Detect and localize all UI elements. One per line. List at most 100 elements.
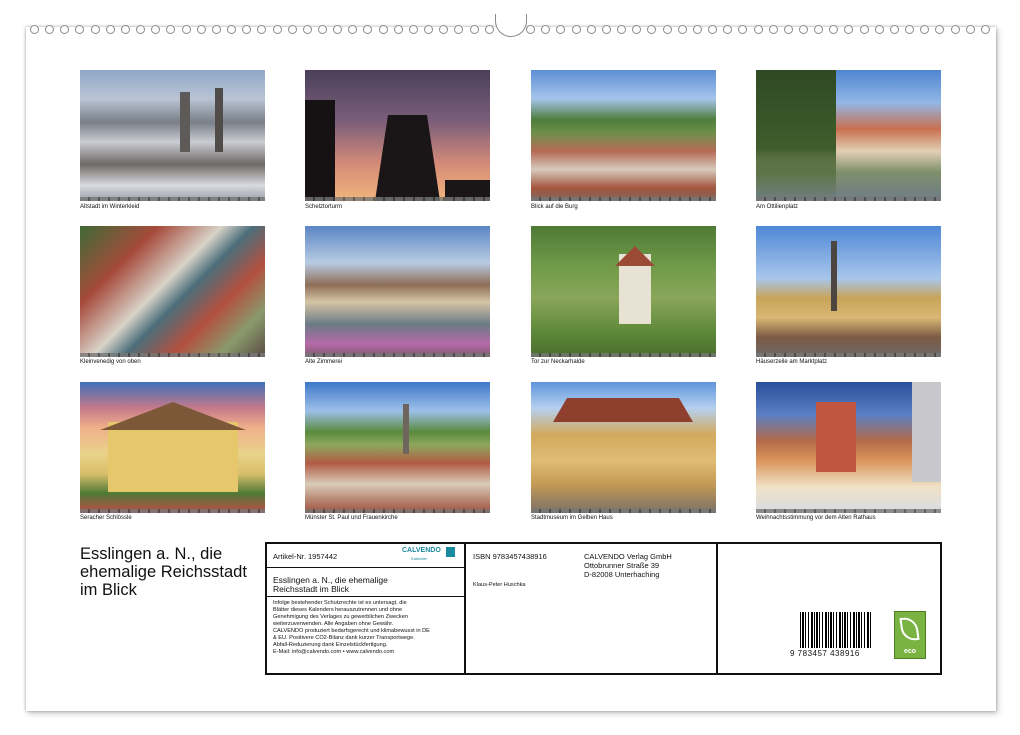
binding-ring-icon bbox=[333, 25, 342, 34]
legal-line: weiterzuverwenden. Alle Angaben ohne Gew… bbox=[273, 621, 393, 628]
binding-ring-icon bbox=[394, 25, 403, 34]
binding-ring-icon bbox=[121, 25, 130, 34]
binding-ring-icon bbox=[470, 25, 479, 34]
photo-caption: Tor zur Neckarhalde bbox=[531, 359, 585, 365]
binding-ring-icon bbox=[632, 25, 641, 34]
photo-caption: Kleinvenedig von oben bbox=[80, 359, 141, 365]
photo-haeuserzeile-marktplatz bbox=[756, 226, 941, 357]
legal-line: Infolge bestehender Schutzrechte ist es … bbox=[273, 600, 407, 607]
binding-ring-icon bbox=[541, 25, 550, 34]
photo-burg bbox=[531, 70, 716, 201]
binding-ring-icon bbox=[875, 25, 884, 34]
binding-ring-icon bbox=[860, 25, 869, 34]
photo-alte-zimmerei bbox=[305, 226, 490, 357]
binding-ring-icon bbox=[678, 25, 687, 34]
photo-caption: Am Ottilienplatz bbox=[756, 204, 798, 210]
binding-ring-icon bbox=[966, 25, 975, 34]
barcode-icon bbox=[800, 612, 872, 648]
binding-ring-icon bbox=[318, 25, 327, 34]
binding-ring-icon bbox=[587, 25, 596, 34]
calendar-title: Esslingen a. N., die ehemalige Reichssta… bbox=[80, 545, 260, 599]
legal-line: Blätter dieses Kalenders herauszutrennen… bbox=[273, 607, 402, 614]
calvendo-logo: CALVENDO bbox=[402, 547, 441, 554]
binding-ring-icon bbox=[91, 25, 100, 34]
photo-caption: Stadtmuseum im Gelben Haus bbox=[531, 515, 613, 521]
photo-seracher-schloessle bbox=[80, 382, 265, 513]
binding-ring-icon bbox=[799, 25, 808, 34]
calvendo-logo-sub: Kalender bbox=[411, 556, 427, 561]
binding-ring-icon bbox=[981, 25, 990, 34]
eco-label: eco bbox=[895, 648, 925, 655]
binding-ring-icon bbox=[273, 25, 282, 34]
binding-ring-icon bbox=[257, 25, 266, 34]
binding-ring-icon bbox=[572, 25, 581, 34]
binding-ring-icon bbox=[363, 25, 372, 34]
photo-kleinvenedig bbox=[80, 226, 265, 357]
binding-ring-icon bbox=[754, 25, 763, 34]
binding-ring-icon bbox=[935, 25, 944, 34]
photo-schelztorturm bbox=[305, 70, 490, 201]
binding-ring-icon bbox=[723, 25, 732, 34]
binding-ring-icon bbox=[151, 25, 160, 34]
binding-ring-icon bbox=[197, 25, 206, 34]
binding-ring-icon bbox=[409, 25, 418, 34]
binding-ring-icon bbox=[663, 25, 672, 34]
binding-ring-icon bbox=[844, 25, 853, 34]
photo-ottilienplatz bbox=[756, 70, 941, 201]
legal-line: CALVENDO produziert bedarfsgerecht und k… bbox=[273, 628, 430, 635]
divider bbox=[267, 596, 464, 597]
photo-altstadt-winter bbox=[80, 70, 265, 201]
binding-ring-icon bbox=[951, 25, 960, 34]
binding-ring-icon bbox=[45, 25, 54, 34]
photo-caption: Häuserzeile am Marktplatz bbox=[756, 359, 827, 365]
photo-tor-neckarhalde bbox=[531, 226, 716, 357]
binding-ring-icon bbox=[647, 25, 656, 34]
barcode-number: 9 783457 438916 bbox=[790, 649, 860, 658]
photo-caption: Altstadt im Winterkleid bbox=[80, 204, 139, 210]
binding-ring-icon bbox=[227, 25, 236, 34]
binding-ring-icon bbox=[212, 25, 221, 34]
binding-ring-icon bbox=[905, 25, 914, 34]
binding-ring-icon bbox=[617, 25, 626, 34]
binding-ring-icon bbox=[708, 25, 717, 34]
publisher-street: Ottobrunner Straße 39 bbox=[584, 561, 659, 570]
legal-contact: E-Mail: info@calvendo.com • www.calvendo… bbox=[273, 649, 394, 656]
binding-ring-icon bbox=[136, 25, 145, 34]
photo-muenster-frauenkirche bbox=[305, 382, 490, 513]
binding-ring-icon bbox=[303, 25, 312, 34]
divider bbox=[267, 567, 464, 568]
binding-ring-icon bbox=[454, 25, 463, 34]
box-title: Esslingen a. N., die ehemalige Reichssta… bbox=[273, 576, 423, 594]
binding-ring-icon bbox=[106, 25, 115, 34]
binding-ring-icon bbox=[166, 25, 175, 34]
photo-caption: Schelztorturm bbox=[305, 204, 342, 210]
binding-ring-icon bbox=[784, 25, 793, 34]
binding-ring-icon bbox=[920, 25, 929, 34]
photo-caption: Alte Zimmerei bbox=[305, 359, 342, 365]
binding-ring-icon bbox=[288, 25, 297, 34]
calvendo-mark-icon bbox=[446, 547, 455, 557]
photo-caption: Weihnachtsstimmung vor dem Alten Rathaus bbox=[756, 515, 876, 521]
photo-caption: Münster St. Paul und Frauenkirche bbox=[305, 515, 398, 521]
binding-ring-icon bbox=[738, 25, 747, 34]
binding-ring-icon bbox=[60, 25, 69, 34]
binding-ring-icon bbox=[890, 25, 899, 34]
legal-line: & EU. Positivere CO2-Bilanz dank kurzer … bbox=[273, 635, 415, 642]
photo-caption: Blick auf die Burg bbox=[531, 204, 578, 210]
binding-ring-icon bbox=[602, 25, 611, 34]
photo-stadtmuseum bbox=[531, 382, 716, 513]
isbn: ISBN 9783457438916 bbox=[473, 552, 547, 561]
article-number: Artikel-Nr. 1957442 bbox=[273, 552, 337, 561]
photo-caption: Seracher Schlössle bbox=[80, 515, 132, 521]
binding-ring-icon bbox=[379, 25, 388, 34]
binding-ring-icon bbox=[424, 25, 433, 34]
author: Klaus-Peter Huschka bbox=[473, 582, 526, 589]
publisher-city: D-82008 Unterhaching bbox=[584, 570, 659, 579]
binding-ring-icon bbox=[485, 25, 494, 34]
binding-ring-icon bbox=[829, 25, 838, 34]
binding-ring-icon bbox=[242, 25, 251, 34]
legal-line: Genehmigung des Verlages zu gewerblichen… bbox=[273, 614, 408, 621]
binding-ring-icon bbox=[439, 25, 448, 34]
leaf-icon bbox=[899, 616, 919, 642]
binding-ring-icon bbox=[526, 25, 535, 34]
